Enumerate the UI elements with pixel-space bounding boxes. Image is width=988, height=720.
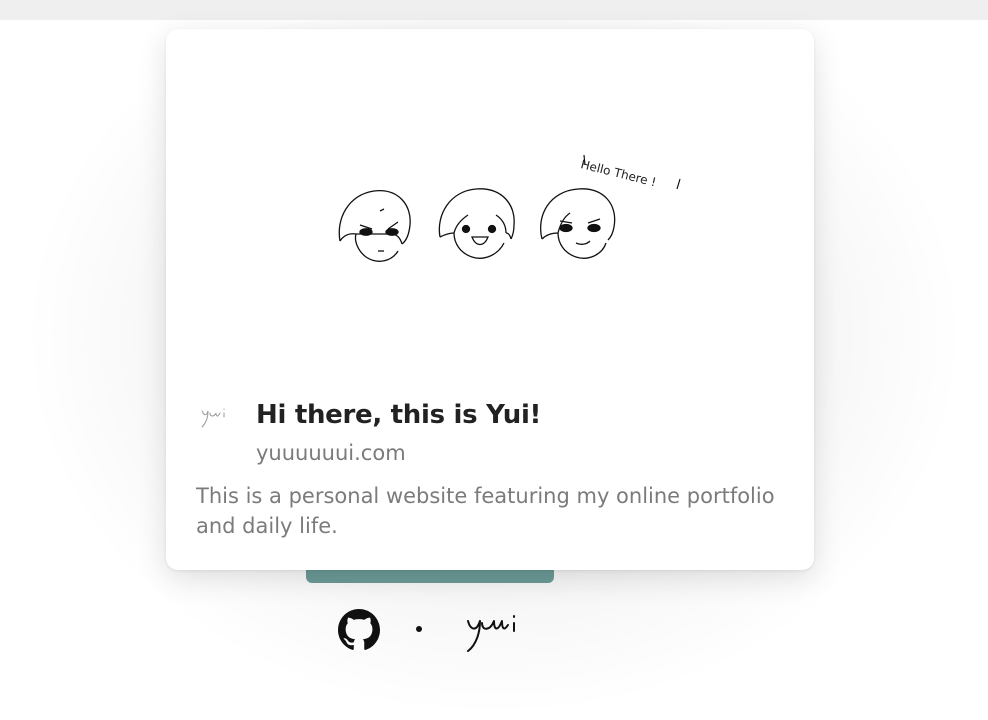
separator-dot [416,626,422,632]
card-description: This is a personal website featuring my … [196,484,775,538]
card-title[interactable]: Hi there, this is Yui! [256,400,541,430]
yui-favicon-icon [201,408,225,428]
card-domain: yuuuuuui.com [256,441,406,465]
illustration-three-faces [338,154,681,262]
face-angry [338,190,411,262]
top-bar [0,0,988,20]
face-happy [438,188,515,259]
yui-signature-logo[interactable] [464,607,524,653]
face-sly [540,188,616,259]
speech-mark-right [676,178,681,190]
link-preview-card[interactable]: Hello There ! Hi there, this is Yui! yuu… [166,29,814,570]
github-icon[interactable] [338,609,380,651]
